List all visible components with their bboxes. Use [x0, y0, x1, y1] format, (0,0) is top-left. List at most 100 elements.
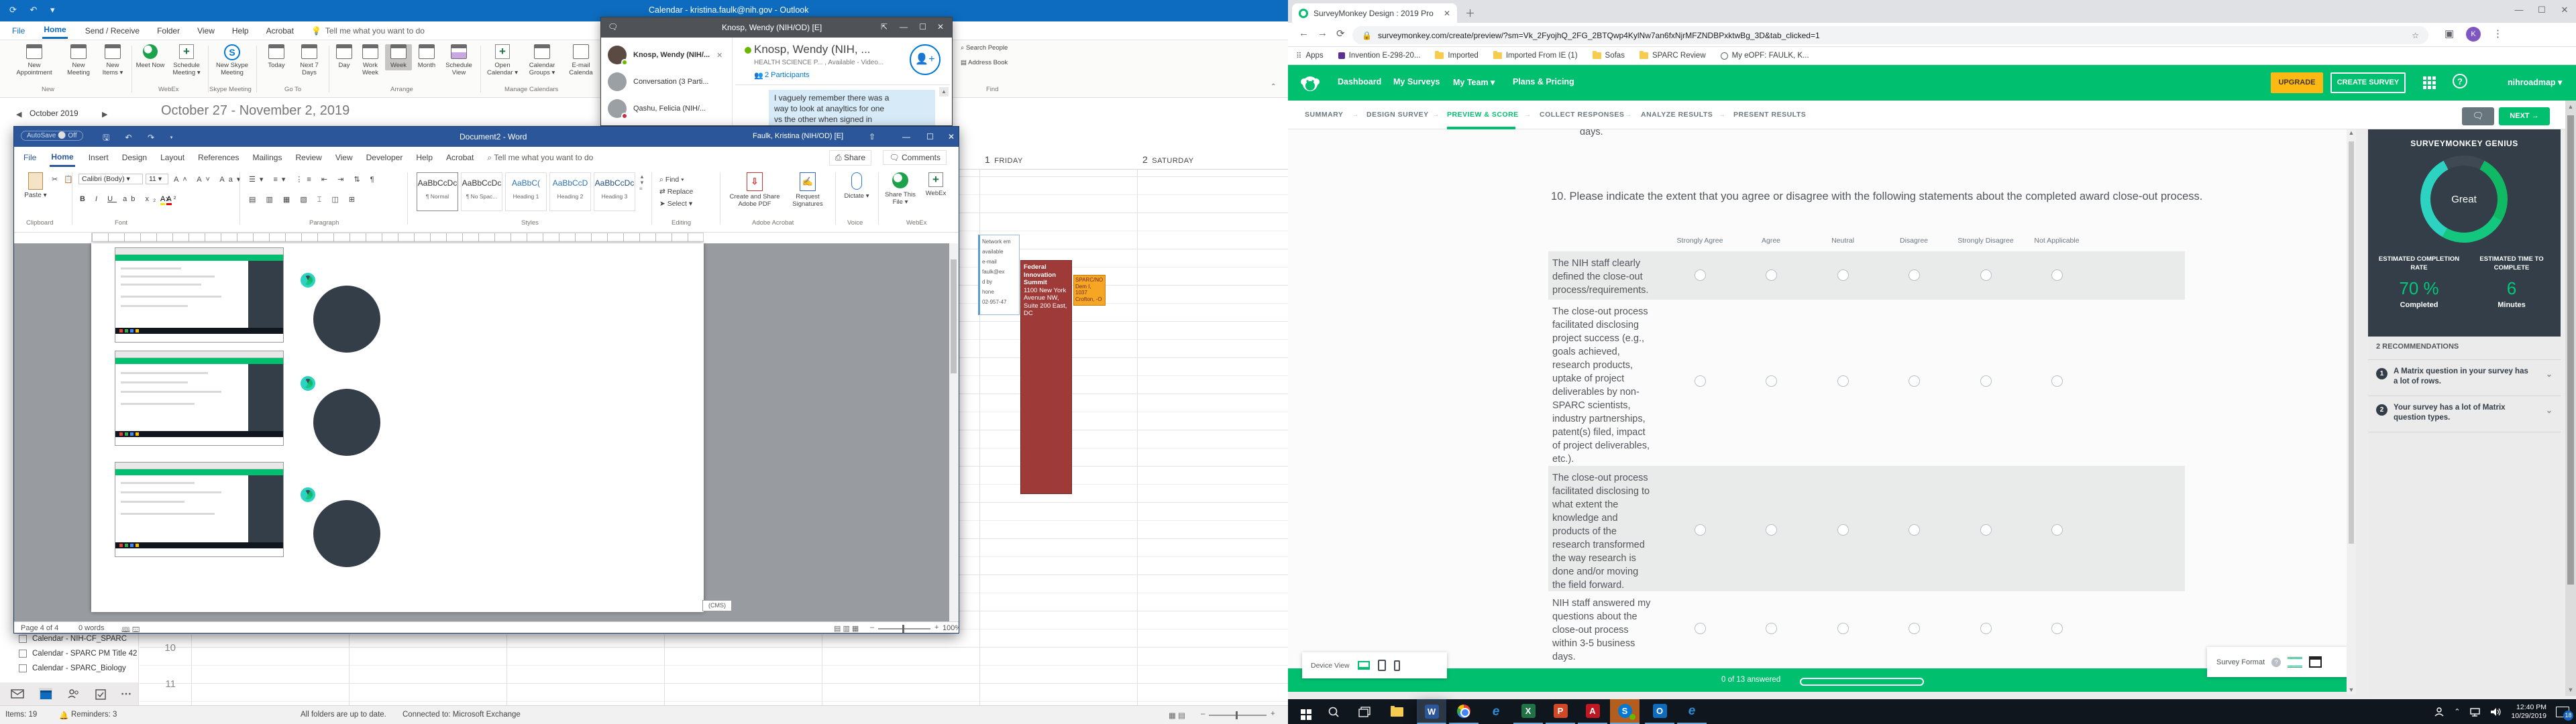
date-nav-prev-icon[interactable]: ◀ — [16, 110, 21, 119]
back-icon[interactable]: ← — [1299, 27, 1309, 39]
recommendation-item[interactable]: 2 Your survey has a lot of Matrix questi… — [2368, 396, 2561, 432]
bookmark-folder[interactable]: Imported From IE (1) — [1493, 51, 1578, 60]
word-titlebar[interactable]: AutoSave ⚪ Off 🖫 ↶ ↷ ▾ Document2 - Word … — [14, 127, 959, 147]
radio-option[interactable] — [1909, 623, 1920, 634]
styles-scroll-icons[interactable]: ▲ ▼ ≡ — [639, 174, 645, 192]
radio-option[interactable] — [1837, 269, 1849, 281]
add-participant-button[interactable]: 👤+ — [910, 44, 941, 75]
maximize-icon[interactable]: ☐ — [919, 22, 926, 32]
radio-option[interactable] — [1980, 623, 1992, 634]
outlook-tab-acrobat[interactable]: Acrobat — [266, 26, 294, 36]
schedule-view-button[interactable]: Schedule View — [441, 44, 476, 76]
taskbar-powerpoint-button[interactable]: P — [1546, 699, 1575, 724]
recommendation-item[interactable]: 1 A Matrix question in your survey has a… — [2368, 359, 2561, 396]
apps-grid-icon[interactable] — [2423, 76, 2426, 80]
minimize-icon[interactable]: — — [902, 132, 910, 141]
radio-option[interactable] — [1837, 375, 1849, 387]
page-indicator[interactable]: Page 4 of 4 — [21, 624, 58, 632]
maximize-icon[interactable]: ☐ — [2530, 0, 2553, 20]
calendar-event-partial[interactable]: Network em available e-mail faulk@ex d by h… — [978, 235, 1020, 315]
radio-option[interactable] — [1695, 269, 1706, 281]
word-tab-view[interactable]: View — [335, 153, 353, 162]
network-icon[interactable] — [2469, 707, 2481, 717]
minimize-icon[interactable]: — — [900, 22, 908, 32]
radio-option[interactable] — [1766, 524, 1777, 536]
checkbox-icon[interactable] — [19, 635, 27, 643]
step-present[interactable]: PRESENT RESULTS — [1733, 111, 1806, 119]
classic-format-icon[interactable] — [2309, 656, 2322, 668]
word-tab-file[interactable]: File — [23, 153, 36, 162]
mail-icon[interactable] — [11, 688, 24, 699]
word-count[interactable]: 0 words — [78, 624, 105, 632]
meet-now-button[interactable]: Meet Now — [136, 44, 165, 69]
apps-shortcut[interactable]: ⠿ Apps — [1296, 51, 1324, 60]
tablet-icon[interactable] — [1377, 660, 1386, 671]
request-signatures-button[interactable]: ✍ Request Signatures — [786, 172, 830, 208]
new-tab-icon[interactable]: ＋ — [1465, 6, 1475, 20]
zoom-in-icon[interactable]: + — [1271, 710, 1275, 718]
week-view-button[interactable]: Week — [385, 44, 412, 70]
nav-dashboard[interactable]: Dashboard — [1338, 77, 1381, 86]
calendar-event-federal-innovation-summit[interactable]: Federal Innovation Summit 1100 New York … — [1020, 260, 1072, 494]
zoom-out-icon[interactable]: – — [870, 623, 874, 631]
file-explorer-button[interactable] — [1382, 699, 1411, 724]
calendar-module-icon[interactable] — [39, 688, 52, 700]
outlook-tab-view[interactable]: View — [197, 26, 215, 36]
word-tab-developer[interactable]: Developer — [366, 153, 403, 162]
taskbar-ie-button[interactable]: e — [1481, 699, 1511, 724]
radio-option[interactable] — [1695, 524, 1706, 536]
radio-option[interactable] — [1837, 524, 1849, 536]
word-canvas[interactable] — [14, 243, 951, 621]
ruler[interactable] — [91, 233, 704, 242]
volume-icon[interactable] — [2490, 707, 2502, 717]
calendar-checkbox-row[interactable]: Calendar - NIH-CF_SPARC — [19, 635, 127, 643]
bookmark-folder[interactable]: Imported — [1435, 51, 1479, 60]
calendar-groups-button[interactable]: Calendar Groups ▾ — [523, 44, 561, 76]
find-button[interactable]: ⌕ Find ▾ — [659, 174, 693, 186]
next-button[interactable]: NEXT → — [2499, 107, 2550, 125]
outlook-tab-sendreceive[interactable]: Send / Receive — [85, 26, 140, 36]
zoom-slider[interactable] — [878, 628, 930, 629]
address-book-button[interactable]: ▤ Address Book — [961, 59, 1021, 66]
webex-button[interactable]: + WebEx — [921, 172, 951, 197]
calendar-checkbox-row[interactable]: Calendar - SPARC_Biology — [19, 664, 126, 672]
share-button[interactable]: ⎙ Share — [829, 149, 871, 166]
zoom-slider-knob[interactable] — [1236, 711, 1238, 719]
radio-option[interactable] — [1909, 375, 1920, 387]
nav-my-surveys[interactable]: My Surveys — [1393, 77, 1440, 86]
chat-contact[interactable]: Conversation (3 Parti... — [608, 72, 729, 91]
checkbox-icon[interactable] — [19, 650, 27, 658]
bookmark-folder[interactable]: Sofas — [1592, 51, 1625, 60]
nav-plans-pricing[interactable]: Plans & Pricing — [1513, 77, 1574, 86]
tasks-icon[interactable] — [95, 688, 106, 700]
outlook-tab-help[interactable]: Help — [232, 26, 249, 36]
info-icon[interactable]: ? — [2271, 657, 2282, 667]
outlook-tab-folder[interactable]: Folder — [157, 26, 180, 36]
replace-button[interactable]: ⇄ Replace — [659, 186, 693, 198]
radio-option[interactable] — [1766, 623, 1777, 634]
calendar-grid-bottom[interactable] — [140, 634, 959, 705]
dictate-button[interactable]: Dictate ▾ — [841, 172, 873, 200]
zoom-slider[interactable] — [1209, 715, 1267, 716]
day-header-friday[interactable]: 1 FRIDAY — [985, 154, 1023, 165]
start-button[interactable] — [1288, 699, 1318, 724]
chevron-down-icon[interactable]: ⌄ — [2546, 406, 2553, 416]
zoom-in-icon[interactable]: + — [934, 623, 938, 631]
close-icon[interactable]: ✕ — [716, 51, 722, 60]
day-header-saturday[interactable]: 2 SATURDAY — [1142, 154, 1194, 165]
close-icon[interactable]: ✕ — [937, 22, 944, 32]
style-normal[interactable]: AaBbCcDc ¶ Normal — [417, 172, 458, 211]
radio-option[interactable] — [1909, 524, 1920, 536]
workweek-view-button[interactable]: Work Week — [357, 44, 384, 76]
word-tab-help[interactable]: Help — [416, 153, 433, 162]
taskbar-clock[interactable]: 12:40 PM 10/29/2019 — [2511, 703, 2546, 721]
scroll-up-icon[interactable]: ▲ — [939, 87, 949, 97]
new-skype-meeting-button[interactable]: S New Skype Meeting — [212, 44, 252, 76]
word-tab-home[interactable]: Home — [50, 149, 75, 167]
document-page[interactable] — [91, 243, 704, 612]
taskbar-ie2-button[interactable]: e — [1677, 699, 1707, 724]
radio-option[interactable] — [1980, 524, 1992, 536]
people-tray-icon[interactable] — [2434, 707, 2445, 717]
step-preview-score[interactable]: PREVIEW & SCORE — [1447, 111, 1519, 119]
month-view-button[interactable]: Month — [413, 44, 440, 69]
